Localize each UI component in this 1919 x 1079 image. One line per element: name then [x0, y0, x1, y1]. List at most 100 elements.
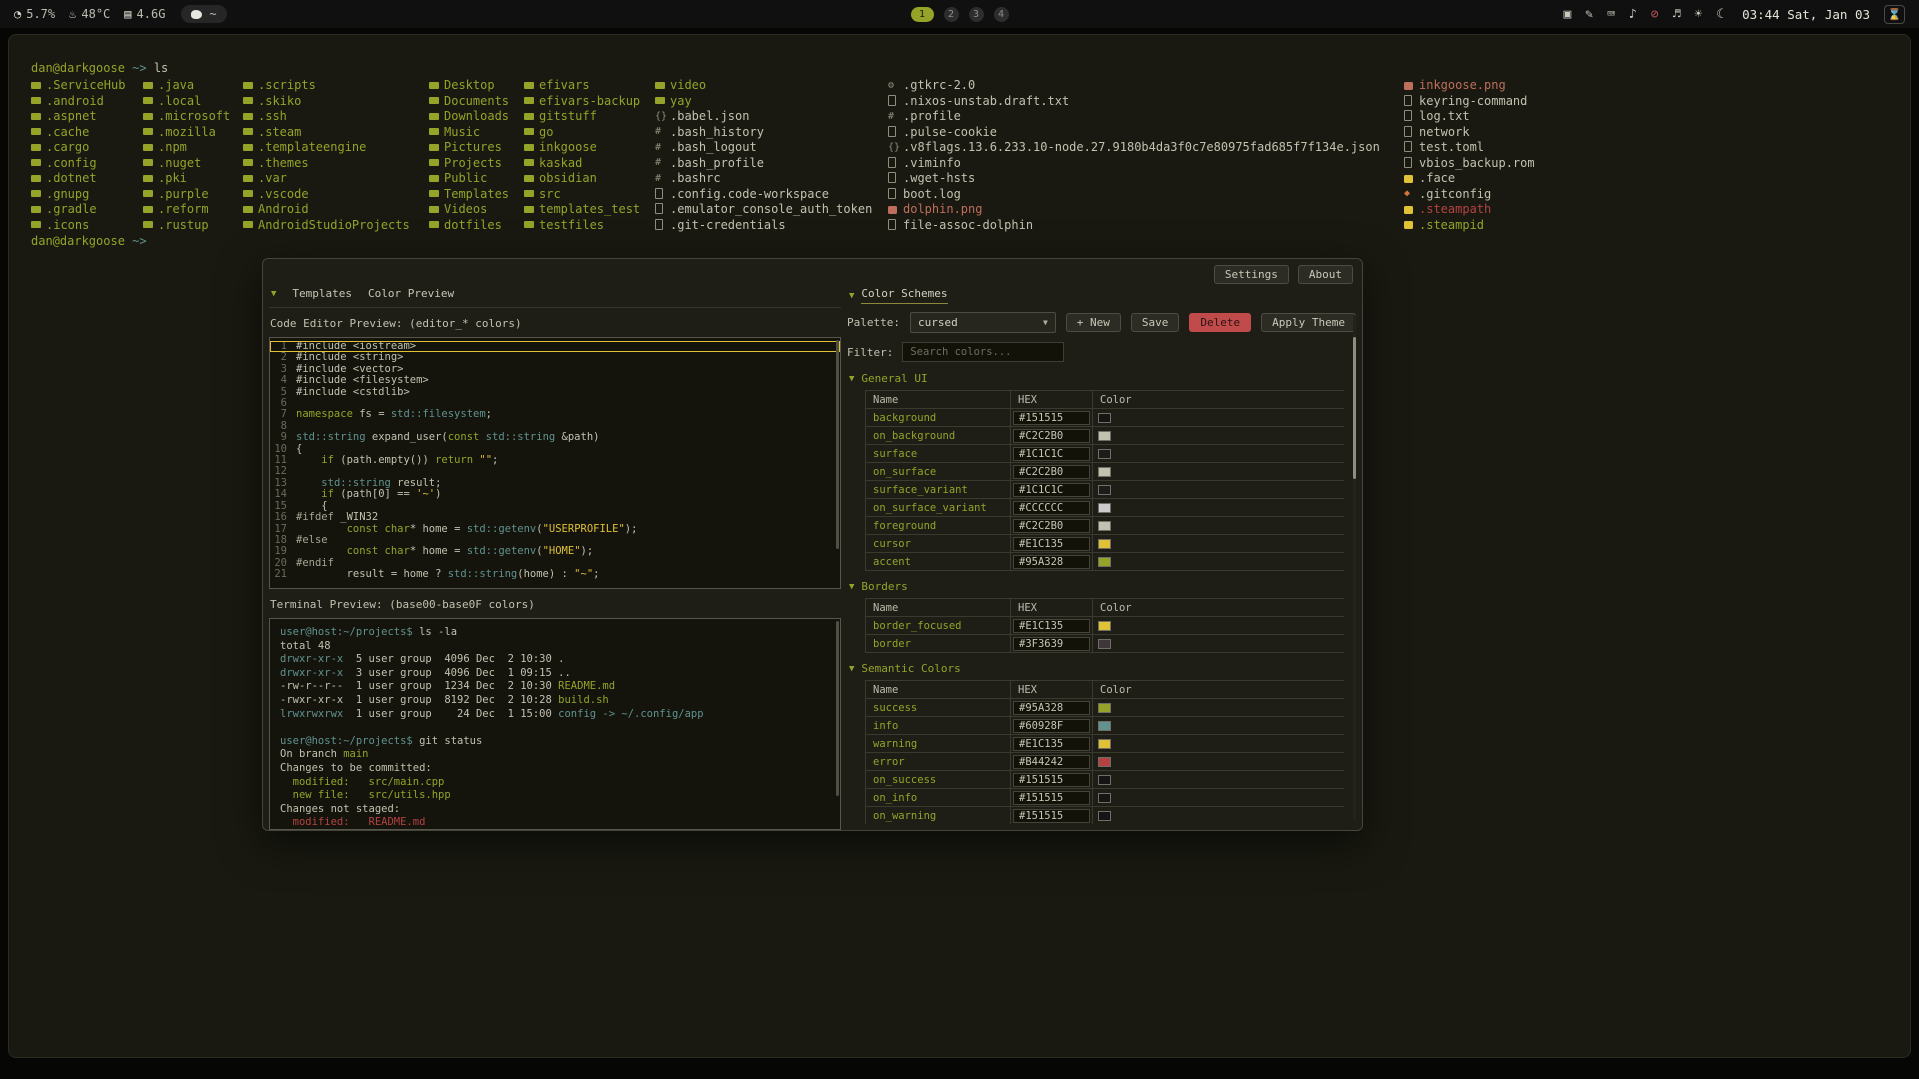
- file-entry: keyring-command: [1404, 93, 1554, 109]
- column-header: Name: [866, 391, 1011, 409]
- hex-value-input[interactable]: #151515: [1013, 791, 1090, 805]
- night-light-icon[interactable]: ☾: [1716, 7, 1724, 22]
- color-row: on_success#151515: [866, 771, 1345, 789]
- hex-value-input[interactable]: #CCCCCC: [1013, 501, 1090, 515]
- hex-value-input[interactable]: #95A328: [1013, 555, 1090, 569]
- settings-button[interactable]: Settings: [1214, 265, 1289, 284]
- file-entry: testfiles: [524, 217, 655, 233]
- color-swatch[interactable]: [1098, 413, 1111, 423]
- color-row: on_surface_variant#CCCCCC: [866, 499, 1345, 517]
- color-swatch[interactable]: [1098, 739, 1111, 749]
- color-swatch[interactable]: [1098, 639, 1111, 649]
- color-swatch[interactable]: [1098, 431, 1111, 441]
- folder-icon: [524, 155, 539, 170]
- file-entry: .gradle: [31, 202, 143, 218]
- file-entry: Music: [429, 124, 524, 140]
- color-swatch[interactable]: [1098, 793, 1111, 803]
- file-entry: {}.babel.json: [655, 109, 888, 125]
- section-header-borders[interactable]: ▼Borders: [849, 580, 1344, 593]
- hex-value-input[interactable]: #3F3639: [1013, 637, 1090, 651]
- color-swatch[interactable]: [1098, 721, 1111, 731]
- scrollbar-thumb[interactable]: [1353, 337, 1356, 479]
- color-row: on_surface#C2C2B0: [866, 463, 1345, 481]
- hex-value-input[interactable]: #B44242: [1013, 755, 1090, 769]
- section-header-general-ui[interactable]: ▼General UI: [849, 372, 1344, 385]
- terminal-line: drwxr-xr-x 5 user group 4096 Dec 2 10:30…: [280, 653, 830, 667]
- hex-value-input[interactable]: #C2C2B0: [1013, 429, 1090, 443]
- collapse-triangle-icon: ▼: [849, 664, 854, 674]
- color-swatch[interactable]: [1098, 811, 1111, 821]
- editor-scrollbar-thumb[interactable]: [836, 340, 839, 549]
- folder-icon: [143, 140, 158, 155]
- workspace-1[interactable]: 1: [911, 7, 934, 22]
- delete-button[interactable]: Delete: [1189, 313, 1251, 332]
- color-swatch[interactable]: [1098, 449, 1111, 459]
- editor-scrollbar[interactable]: [836, 340, 839, 586]
- color-swatch[interactable]: [1098, 467, 1111, 477]
- terminal-preview-scrollbar[interactable]: [836, 621, 839, 827]
- memory-icon: ▤: [124, 7, 131, 21]
- color-name: success: [866, 699, 1011, 717]
- brightness-icon[interactable]: ☀: [1694, 7, 1702, 22]
- terminal-preview-scrollbar-thumb[interactable]: [836, 621, 839, 796]
- hex-value-input[interactable]: #C2C2B0: [1013, 519, 1090, 533]
- tab-color-preview[interactable]: Color Preview: [368, 287, 454, 300]
- color-swatch[interactable]: [1098, 703, 1111, 713]
- volume-icon[interactable]: ♬: [1673, 7, 1681, 22]
- apply-theme-button[interactable]: Apply Theme: [1261, 313, 1356, 332]
- prompt-line-2: dan@darkgoose ~>: [31, 234, 1888, 250]
- folder-icon: [243, 109, 258, 124]
- hex-value-input[interactable]: #E1C135: [1013, 537, 1090, 551]
- workspace-3[interactable]: 3: [969, 7, 984, 22]
- save-button[interactable]: Save: [1131, 313, 1180, 332]
- hourglass-icon[interactable]: ⌛: [1884, 5, 1905, 24]
- hex-value-input[interactable]: #151515: [1013, 411, 1090, 425]
- about-button[interactable]: About: [1298, 265, 1353, 284]
- color-swatch[interactable]: [1098, 539, 1111, 549]
- cpu-usage-icon: ◔: [14, 7, 21, 21]
- hex-value-input[interactable]: #151515: [1013, 809, 1090, 823]
- file-icon: [888, 155, 903, 171]
- hex-value-input[interactable]: #1C1C1C: [1013, 447, 1090, 461]
- screencast-icon[interactable]: ▣: [1563, 7, 1571, 22]
- hex-value-input[interactable]: #151515: [1013, 773, 1090, 787]
- bell-icon[interactable]: ♪: [1629, 7, 1637, 22]
- color-swatch[interactable]: [1098, 775, 1111, 785]
- workspace-2[interactable]: 2: [944, 7, 959, 22]
- keyboard-icon[interactable]: ⌨: [1607, 7, 1615, 22]
- workspace-badge[interactable]: ~: [181, 5, 226, 23]
- file-entry: .templateengine: [243, 140, 429, 156]
- new-palette-button[interactable]: + New: [1066, 313, 1121, 332]
- section-header-semantic-colors[interactable]: ▼Semantic Colors: [849, 662, 1344, 675]
- file-entry: test.toml: [1404, 140, 1554, 156]
- cpu-usage: ◔5.7%: [14, 7, 55, 21]
- color-row: surface#1C1C1C: [866, 445, 1345, 463]
- scrollbar-track[interactable]: [1353, 315, 1356, 820]
- color-schemes-header[interactable]: ▼ Color Schemes: [847, 285, 950, 304]
- tab-templates[interactable]: Templates: [292, 287, 352, 300]
- color-swatch[interactable]: [1098, 557, 1111, 567]
- hex-value-input[interactable]: #E1C135: [1013, 619, 1090, 633]
- hex-value-input[interactable]: #95A328: [1013, 701, 1090, 715]
- collapse-triangle-icon[interactable]: ▼: [271, 289, 276, 299]
- palette-select[interactable]: cursed ▼: [910, 312, 1056, 333]
- workspace-4[interactable]: 4: [994, 7, 1009, 22]
- color-picker-icon[interactable]: ✎: [1585, 7, 1593, 22]
- file-entry: Documents: [429, 93, 524, 109]
- color-swatch[interactable]: [1098, 503, 1111, 513]
- file-entry: obsidian: [524, 171, 655, 187]
- file-column: videoyay{}.babel.json#.bash_history#.bas…: [655, 78, 888, 233]
- file-entry: .purple: [143, 186, 243, 202]
- color-swatch[interactable]: [1098, 621, 1111, 631]
- file-entry: .scripts: [243, 78, 429, 94]
- hex-value-input[interactable]: #C2C2B0: [1013, 465, 1090, 479]
- mic-muted-icon[interactable]: ⊘: [1651, 7, 1659, 22]
- hex-value-input[interactable]: #E1C135: [1013, 737, 1090, 751]
- gear-icon: ⚙: [888, 78, 903, 93]
- color-swatch[interactable]: [1098, 485, 1111, 495]
- filter-input[interactable]: [902, 342, 1064, 362]
- hex-value-input[interactable]: #1C1C1C: [1013, 483, 1090, 497]
- hex-value-input[interactable]: #60928F: [1013, 719, 1090, 733]
- color-swatch[interactable]: [1098, 521, 1111, 531]
- color-swatch[interactable]: [1098, 757, 1111, 767]
